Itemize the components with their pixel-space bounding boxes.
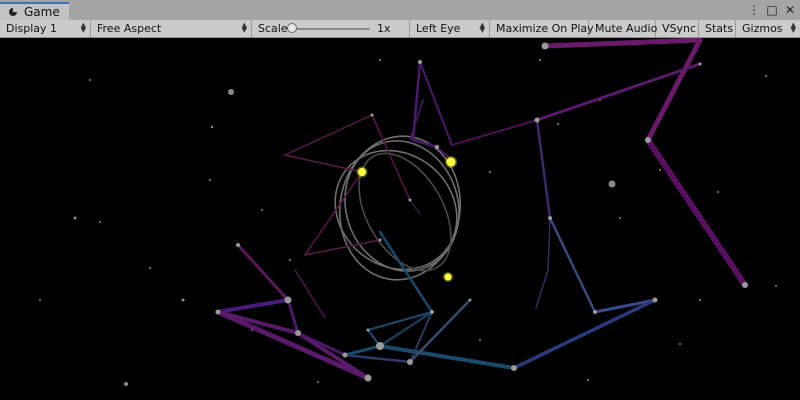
scale-slider-handle[interactable] (287, 23, 297, 33)
scene-render (39, 38, 777, 386)
scale-value: 1x (377, 22, 391, 35)
gizmos-label: Gizmos (742, 22, 783, 35)
eye-dropdown[interactable]: Left Eye ▲ ▼ (410, 20, 490, 37)
dropdown-arrows-icon: ▲ ▼ (241, 21, 247, 34)
game-viewport[interactable] (0, 38, 800, 400)
tab-game[interactable]: Game (0, 2, 69, 20)
mute-audio-toggle[interactable]: Mute Audio (589, 20, 658, 37)
tab-game-label: Game (24, 5, 60, 19)
mute-audio-label: Mute Audio (595, 22, 658, 35)
maximize-on-play-toggle[interactable]: Maximize On Play (490, 20, 594, 37)
stats-label: Stats (705, 22, 734, 35)
dropdown-arrows-icon: ▲ ▼ (479, 21, 485, 34)
window-controls: ⋮ □ ✕ (748, 2, 796, 18)
dropdown-arrows-icon: ▲ ▼ (80, 21, 86, 34)
connection-lines (215, 38, 748, 381)
dropdown-arrows-icon: ▲ ▼ (790, 21, 796, 34)
display-dropdown[interactable]: Display 1 ▲ ▼ (0, 20, 91, 37)
vsync-toggle[interactable]: VSync (656, 20, 699, 37)
display-dropdown-label: Display 1 (6, 22, 58, 35)
maximize-on-play-label: Maximize On Play (496, 22, 594, 35)
aspect-dropdown-label: Free Aspect (97, 22, 162, 35)
game-toolbar: Display 1 ▲ ▼ Free Aspect ▲ ▼ Scale 1x Lef… (0, 20, 800, 38)
aspect-dropdown[interactable]: Free Aspect ▲ ▼ (91, 20, 252, 37)
vsync-label: VSync (662, 22, 697, 35)
window-titlebar: Game ⋮ □ ✕ (0, 0, 800, 21)
close-icon[interactable]: ✕ (784, 3, 796, 17)
stats-toggle[interactable]: Stats (699, 20, 736, 37)
scale-slider-track[interactable] (292, 28, 370, 30)
game-controller-icon (9, 8, 17, 16)
maximize-icon[interactable]: □ (766, 3, 778, 17)
scale-control: Scale 1x (252, 20, 410, 37)
kebab-menu-icon[interactable]: ⋮ (748, 3, 760, 17)
eye-dropdown-label: Left Eye (416, 22, 461, 35)
scale-label: Scale (258, 22, 288, 35)
gizmos-dropdown[interactable]: Gizmos ▲ ▼ (736, 20, 800, 37)
